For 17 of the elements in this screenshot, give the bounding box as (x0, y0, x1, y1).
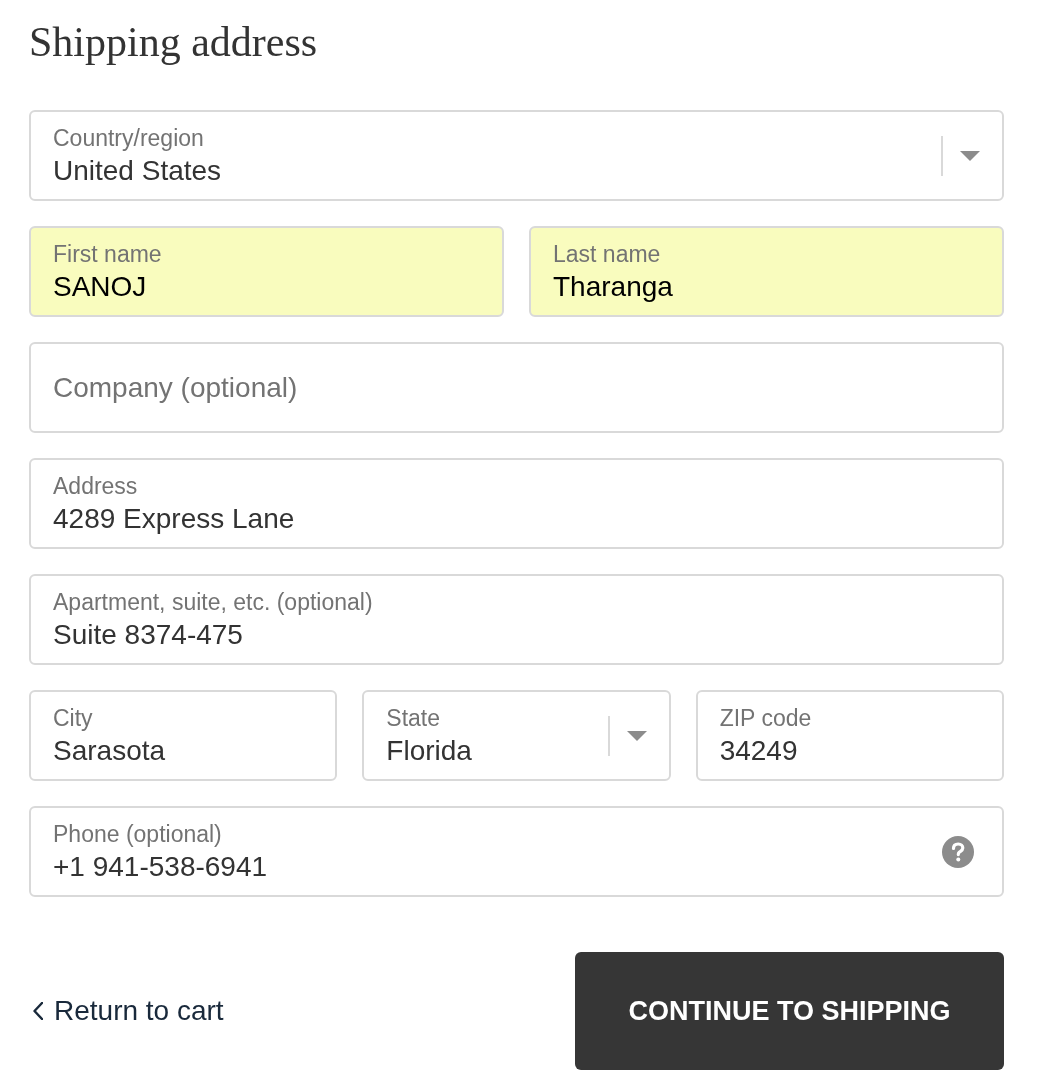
input-field[interactable]: Last name Tharanga (529, 226, 1004, 317)
help-icon[interactable] (942, 835, 974, 868)
continue-to-shipping-button[interactable]: CONTINUE TO SHIPPING (575, 952, 1004, 1070)
select-field[interactable]: State Florida (362, 690, 671, 781)
input-field[interactable]: Address 4289 Express Lane (29, 458, 1004, 549)
input-field[interactable]: Company (optional) (29, 342, 1004, 433)
chevron-left-icon (33, 1002, 43, 1020)
caret-icon (626, 730, 647, 741)
input-field[interactable]: City Sarasota (29, 690, 338, 781)
select-field[interactable]: Country/region United States (29, 110, 1004, 201)
input-field[interactable]: ZIP code 34249 (695, 690, 1004, 781)
input-field[interactable]: First name SANOJ (29, 226, 504, 317)
input-field[interactable]: Phone (optional) +1 941-538-6941 (29, 806, 1004, 897)
return-to-cart-link[interactable]: Return to cart (33, 990, 224, 1032)
input-field[interactable]: Apartment, suite, etc. (optional) Suite 8374-475 (29, 574, 1004, 665)
section-heading: Shipping address (29, 18, 318, 67)
caret-icon (960, 150, 980, 161)
